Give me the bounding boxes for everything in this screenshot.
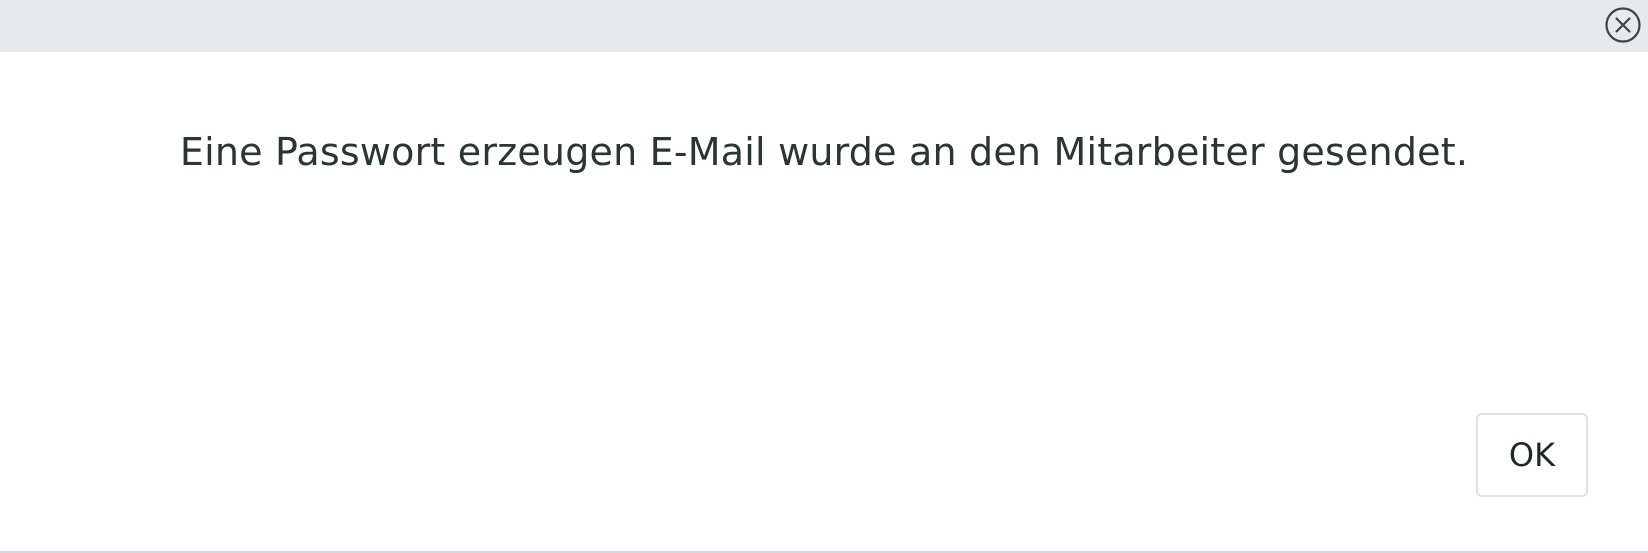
dialog-message: Eine Passwort erzeugen E-Mail wurde an d… (179, 130, 1469, 174)
dialog-body: Eine Passwort erzeugen E-Mail wurde an d… (0, 52, 1648, 551)
close-button[interactable] (1605, 7, 1641, 43)
notification-dialog: Eine Passwort erzeugen E-Mail wurde an d… (0, 0, 1648, 553)
dialog-header (0, 0, 1648, 52)
close-circle-icon (1605, 7, 1641, 43)
ok-button[interactable]: OK (1476, 413, 1588, 497)
